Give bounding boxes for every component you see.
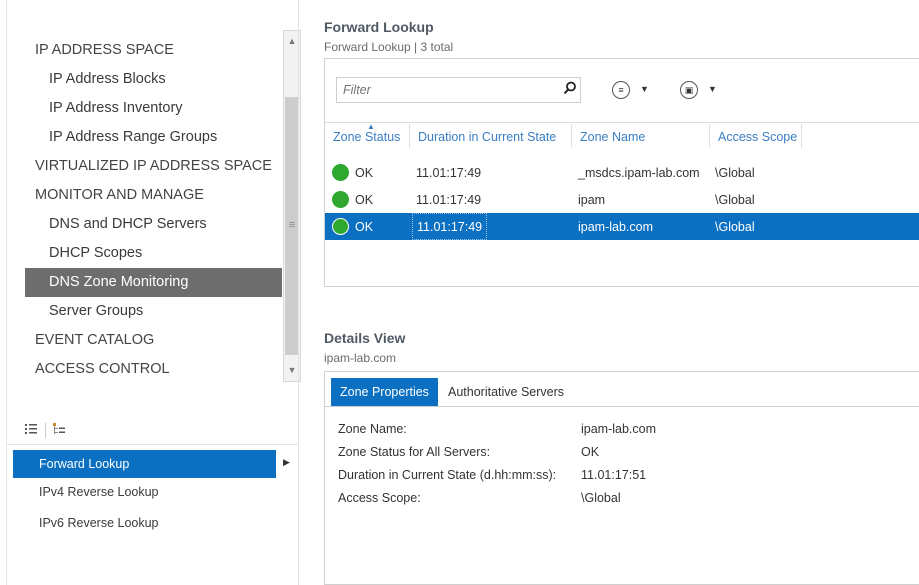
cell-access-scope: \Global bbox=[715, 166, 755, 180]
table-row[interactable]: OK 11.01:17:49 _msdcs.ipam-lab.com \Glob… bbox=[325, 159, 919, 186]
nav-tree: IP ADDRESS SPACE IP Address Blocks IP Ad… bbox=[25, 36, 282, 384]
cell-duration: 11.01:17:49 bbox=[412, 213, 488, 240]
cell-access-scope: \Global bbox=[715, 220, 755, 234]
lookup-type-list: Forward Lookup IPv4 Reverse Lookup IPv6 … bbox=[13, 450, 298, 540]
property-row: Zone Status for All Servers: OK bbox=[338, 445, 908, 463]
details-panel: Zone Properties Authoritative Servers Zo… bbox=[324, 371, 919, 585]
nav-item-dhcp-scopes[interactable]: DHCP Scopes bbox=[25, 239, 282, 268]
property-row: Zone Name: ipam-lab.com bbox=[338, 422, 908, 440]
nav-item-ip-address-inventory[interactable]: IP Address Inventory bbox=[25, 94, 282, 123]
tab-authoritative-servers[interactable]: Authoritative Servers bbox=[439, 378, 573, 406]
nav-item-event-catalog[interactable]: EVENT CATALOG bbox=[25, 326, 282, 355]
column-header-zone-status[interactable]: Zone Status bbox=[325, 124, 410, 148]
property-row: Duration in Current State (d.hh:mm:ss): … bbox=[338, 468, 908, 486]
column-header-access-scope[interactable]: Access Scope bbox=[710, 124, 802, 148]
status-ok-icon bbox=[332, 164, 349, 181]
details-view-title: Details View bbox=[324, 330, 406, 346]
property-label: Zone Name: bbox=[338, 422, 407, 436]
tab-divider bbox=[325, 406, 919, 407]
scrollbar-grip-icon: ≡ bbox=[288, 219, 296, 231]
tab-zone-properties[interactable]: Zone Properties bbox=[331, 378, 438, 406]
nav-item-ip-address-range-groups[interactable]: IP Address Range Groups bbox=[25, 123, 282, 152]
main-content: Forward Lookup Forward Lookup | 3 total … bbox=[324, 0, 919, 585]
forward-lookup-subtitle: Forward Lookup | 3 total bbox=[324, 40, 454, 54]
filter-box bbox=[336, 77, 581, 103]
details-view-subtitle: ipam-lab.com bbox=[324, 351, 397, 365]
tree-view-icon[interactable] bbox=[51, 422, 67, 438]
list-item-ipv4-reverse-lookup[interactable]: IPv4 Reverse Lookup bbox=[13, 478, 298, 509]
forward-lookup-title: Forward Lookup bbox=[324, 19, 434, 35]
nav-item-ip-address-space[interactable]: IP ADDRESS SPACE bbox=[25, 36, 282, 65]
scrollbar-thumb[interactable]: ≡ bbox=[285, 97, 299, 355]
navigation-pane: IP ADDRESS SPACE IP Address Blocks IP Ad… bbox=[7, 0, 301, 585]
table-row[interactable]: OK 11.01:17:49 ipam \Global bbox=[325, 186, 919, 213]
toggle-separator bbox=[45, 423, 46, 438]
grid-column-headers: ▲ Zone Status Duration in Current State … bbox=[325, 122, 919, 148]
cell-access-scope: \Global bbox=[715, 193, 755, 207]
save-icon: ▣ bbox=[680, 81, 698, 99]
tasks-menu-button[interactable]: ≡ ▼ bbox=[612, 81, 658, 101]
property-value: \Global bbox=[581, 491, 621, 505]
search-icon[interactable] bbox=[561, 81, 579, 99]
cell-zone-status: OK bbox=[355, 220, 374, 234]
nav-item-dns-zone-monitoring[interactable]: DNS Zone Monitoring bbox=[25, 268, 282, 297]
nav-item-virtualized-ip-address-space[interactable]: VIRTUALIZED IP ADDRESS SPACE bbox=[25, 152, 282, 181]
cell-zone-name: ipam-lab.com bbox=[578, 220, 654, 234]
list-item-forward-lookup[interactable]: Forward Lookup bbox=[13, 450, 276, 478]
property-label: Zone Status for All Servers: bbox=[338, 445, 491, 459]
pane-divider bbox=[7, 444, 298, 445]
tasks-list-icon: ≡ bbox=[612, 81, 630, 99]
cell-duration: 11.01:17:49 bbox=[416, 166, 482, 180]
property-value: ipam-lab.com bbox=[581, 422, 657, 436]
chevron-down-icon: ▼ bbox=[640, 84, 649, 94]
pane-splitter[interactable] bbox=[298, 0, 299, 585]
cell-zone-name: ipam bbox=[578, 193, 606, 207]
forward-lookup-panel: ≡ ▼ ▣ ▼ ▲ Zone Status Duration in Curren… bbox=[324, 58, 919, 287]
grid-toolbar: ≡ ▼ ▣ ▼ bbox=[325, 59, 919, 123]
status-ok-icon bbox=[332, 191, 349, 208]
nav-item-server-groups[interactable]: Server Groups bbox=[25, 297, 282, 326]
filter-input[interactable] bbox=[337, 78, 557, 102]
nav-item-ip-address-blocks[interactable]: IP Address Blocks bbox=[25, 65, 282, 94]
property-row: Access Scope: \Global bbox=[338, 491, 908, 509]
column-header-duration[interactable]: Duration in Current State bbox=[410, 124, 572, 148]
save-query-menu-button[interactable]: ▣ ▼ bbox=[680, 81, 726, 101]
nav-item-access-control[interactable]: ACCESS CONTROL bbox=[25, 355, 282, 384]
list-view-icon[interactable] bbox=[23, 422, 39, 438]
property-label: Access Scope: bbox=[338, 491, 421, 505]
cell-zone-status: OK bbox=[355, 166, 374, 180]
cell-zone-name: _msdcs.ipam-lab.com bbox=[578, 166, 700, 180]
nav-item-monitor-and-manage[interactable]: MONITOR AND MANAGE bbox=[25, 181, 282, 210]
cell-duration: 11.01:17:49 bbox=[416, 193, 482, 207]
property-value: 11.01:17:51 bbox=[581, 468, 647, 482]
chevron-right-icon: ▶ bbox=[283, 457, 290, 467]
property-label: Duration in Current State (d.hh:mm:ss): bbox=[338, 468, 557, 482]
table-row-selected[interactable]: OK 11.01:17:49 ipam-lab.com \Global bbox=[325, 213, 919, 240]
nav-item-dns-and-dhcp-servers[interactable]: DNS and DHCP Servers bbox=[25, 210, 282, 239]
window-edge bbox=[0, 0, 7, 585]
list-item-ipv6-reverse-lookup[interactable]: IPv6 Reverse Lookup bbox=[13, 509, 298, 540]
chevron-down-icon: ▼ bbox=[708, 84, 717, 94]
status-ok-icon bbox=[332, 218, 349, 235]
cell-zone-status: OK bbox=[355, 193, 374, 207]
column-header-zone-name[interactable]: Zone Name bbox=[572, 124, 710, 148]
property-value: OK bbox=[581, 445, 600, 459]
